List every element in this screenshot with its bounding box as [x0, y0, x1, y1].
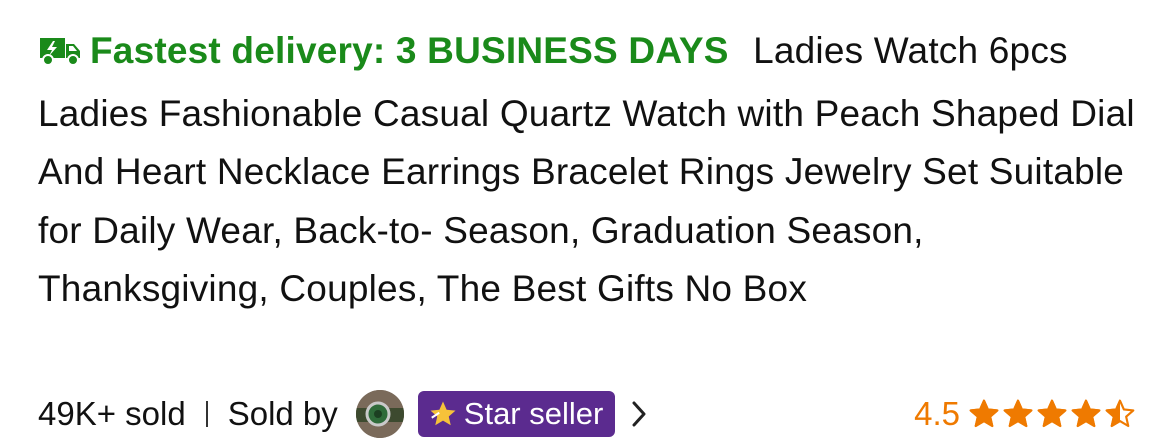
- delivery-info: Fastest delivery: 3 BUSINESS DAYS: [38, 30, 739, 71]
- star-icon: [1071, 399, 1101, 428]
- star-badge-icon: [428, 399, 458, 429]
- rating[interactable]: 4.5: [914, 395, 1138, 433]
- star-icon: [1003, 399, 1033, 428]
- sold-by-label: Sold by: [227, 395, 338, 432]
- star-seller-badge[interactable]: Star seller: [417, 391, 616, 437]
- chevron-right-icon[interactable]: [631, 400, 647, 428]
- seller-avatar[interactable]: [355, 390, 404, 438]
- star-icon: [1105, 399, 1135, 428]
- rating-value: 4.5: [914, 395, 960, 432]
- rating-stars: [968, 398, 1138, 430]
- star-icon: [969, 399, 999, 428]
- delivery-text: Fastest delivery: 3 BUSINESS DAYS: [90, 30, 729, 71]
- sold-count: 49K+ sold: [38, 395, 186, 432]
- product-title-block: Fastest delivery: 3 BUSINESS DAYS Ladies…: [38, 22, 1138, 319]
- product-title: Ladies Watch 6pcs Ladies Fashionable Cas…: [38, 30, 1135, 309]
- star-icon: [1037, 399, 1067, 428]
- badge-label: Star seller: [463, 396, 604, 431]
- product-meta-row: 49K+ sold Sold by Star seller 4.5: [38, 388, 1138, 440]
- divider: [205, 401, 208, 427]
- truck-icon: [38, 26, 82, 85]
